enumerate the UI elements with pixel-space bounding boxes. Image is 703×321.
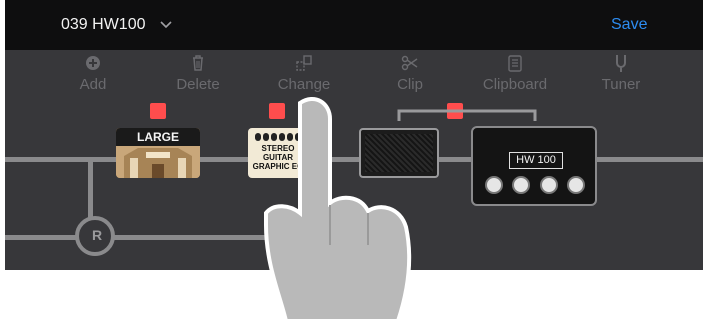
signal-wire-return [5, 235, 80, 240]
trash-icon [193, 55, 203, 71]
amp-knob [485, 176, 503, 194]
amp-knob [512, 176, 531, 194]
chevron-down-icon[interactable] [159, 18, 173, 32]
reverb-block[interactable]: LARGE CHAPEL [116, 128, 200, 178]
amp-knob [539, 176, 558, 194]
tuner-button[interactable]: Tuner [576, 54, 666, 93]
return-button[interactable]: R [75, 216, 115, 256]
change-icon [296, 55, 312, 71]
save-button[interactable]: Save [611, 16, 647, 34]
amp-knob [566, 176, 585, 194]
delete-label: Delete [176, 76, 220, 93]
return-label: R [92, 227, 103, 243]
selected-marker [150, 103, 166, 119]
clip-label: Clip [397, 76, 423, 93]
tuner-label: Tuner [601, 76, 641, 93]
clipboard-label: Clipboard [482, 76, 548, 93]
chapel-artwork [116, 146, 200, 178]
tuner-fork-icon [616, 55, 626, 72]
pointing-hand-icon [264, 97, 412, 321]
clipboard-button[interactable]: Clipboard [470, 54, 560, 93]
top-bar: 039 HW100 Save [5, 0, 703, 50]
clip-button[interactable]: Clip [365, 54, 455, 93]
clipboard-icon [508, 55, 522, 72]
add-icon [86, 56, 100, 70]
add-label: Add [79, 76, 107, 93]
change-button[interactable]: Change [259, 54, 349, 93]
preset-name[interactable]: 039 HW100 [61, 16, 146, 34]
amp-block[interactable]: HW 100 [471, 126, 597, 206]
delete-button[interactable]: Delete [153, 54, 243, 93]
change-label: Change [277, 76, 331, 93]
add-button[interactable]: Add [48, 54, 138, 93]
amp-model-label: HW 100 [516, 154, 556, 166]
scissors-icon [401, 55, 418, 71]
